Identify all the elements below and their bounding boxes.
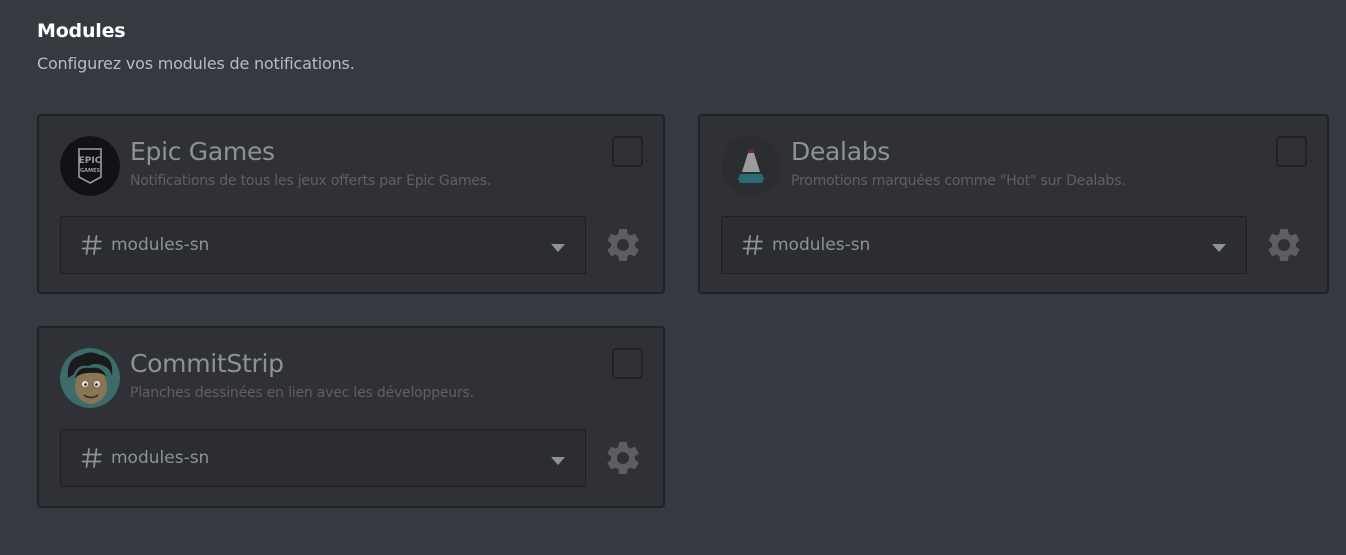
gear-icon xyxy=(1268,229,1300,261)
dealabs-logo xyxy=(721,136,781,196)
channel-name: modules-sn xyxy=(111,448,210,468)
epic-games-logo: EPIC GAMES xyxy=(60,136,120,196)
hash-icon xyxy=(742,235,763,255)
enable-checkbox[interactable] xyxy=(612,136,643,167)
module-card-dealabs: Dealabs Promotions marquées comme "Hot" … xyxy=(698,114,1329,294)
channel-name: modules-sn xyxy=(111,235,210,255)
epic-logo-text-top: EPIC xyxy=(79,156,102,166)
gear-icon xyxy=(607,442,639,474)
module-title: CommitStrip xyxy=(130,349,284,378)
chevron-down-icon xyxy=(551,457,565,465)
module-title: Epic Games xyxy=(130,137,275,166)
module-description: Planches dessinées en lien avec les déve… xyxy=(130,385,474,401)
hash-icon xyxy=(81,448,102,468)
enable-checkbox[interactable] xyxy=(1276,136,1307,167)
chevron-down-icon xyxy=(1212,244,1226,252)
settings-gear-button[interactable] xyxy=(1264,225,1304,265)
commitstrip-logo xyxy=(60,348,120,408)
epic-logo-text-bottom: GAMES xyxy=(80,168,100,174)
page-subtitle: Configurez vos modules de notifications. xyxy=(37,54,355,73)
channel-select[interactable]: modules-sn xyxy=(60,429,586,487)
module-title: Dealabs xyxy=(791,137,891,166)
hash-icon xyxy=(81,235,102,255)
page-title: Modules xyxy=(37,20,126,42)
channel-select[interactable]: modules-sn xyxy=(60,216,586,274)
module-card-commitstrip: CommitStrip Planches dessinées en lien a… xyxy=(37,326,665,508)
module-description: Notifications de tous les jeux offerts p… xyxy=(130,173,492,189)
module-card-epic-games: EPIC GAMES Epic Games Notifications de t… xyxy=(37,114,665,294)
module-description: Promotions marquées comme "Hot" sur Deal… xyxy=(791,173,1126,189)
channel-name: modules-sn xyxy=(772,235,871,255)
enable-checkbox[interactable] xyxy=(612,348,643,379)
settings-gear-button[interactable] xyxy=(603,438,643,478)
settings-gear-button[interactable] xyxy=(603,225,643,265)
chevron-down-icon xyxy=(551,244,565,252)
gear-icon xyxy=(607,229,639,261)
channel-select[interactable]: modules-sn xyxy=(721,216,1247,274)
